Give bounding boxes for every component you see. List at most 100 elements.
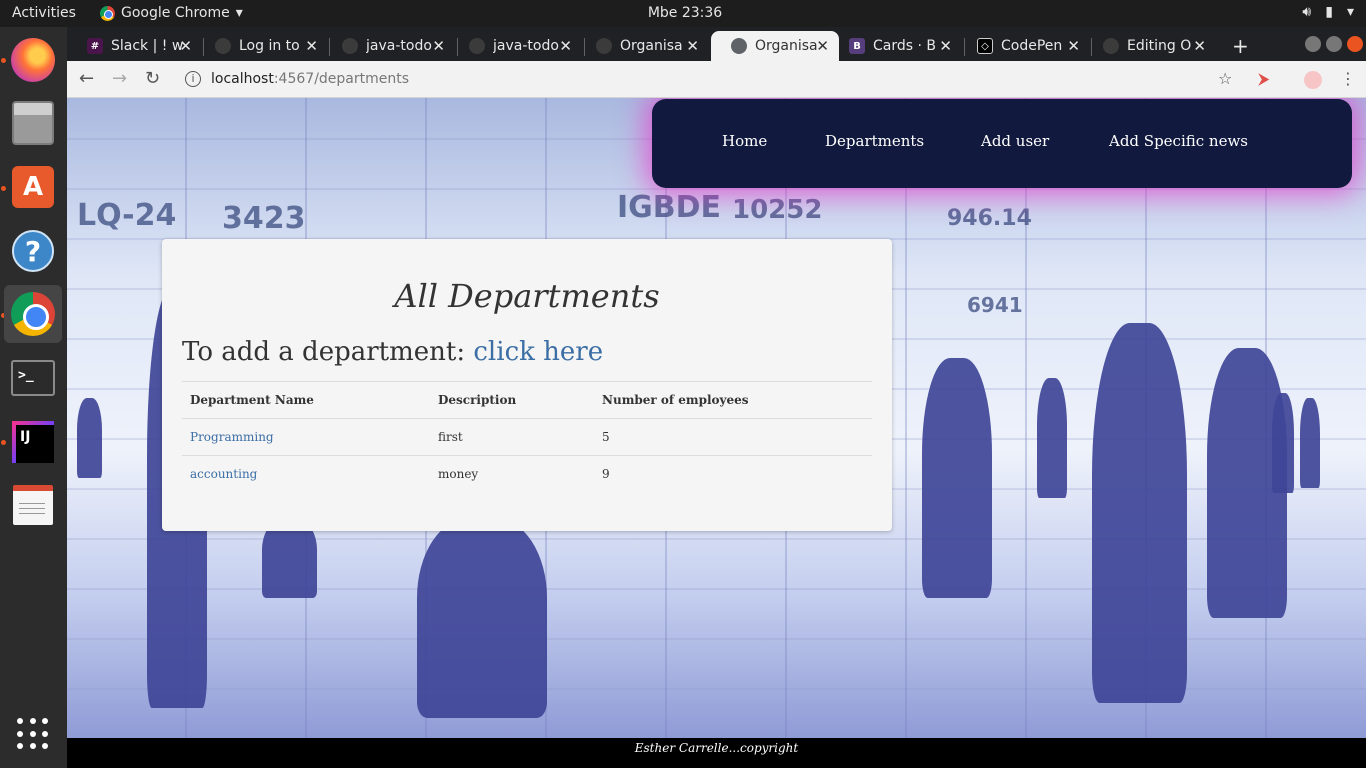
tab-title: java-todo <box>366 38 432 54</box>
app-menu-label: Google Chrome <box>121 5 230 21</box>
background-figure <box>922 358 992 598</box>
nav-add-news-link[interactable]: Add Specific news <box>1109 132 1248 150</box>
terminal-icon: >_ <box>11 360 55 396</box>
firefox-icon <box>11 38 55 82</box>
reload-icon[interactable]: ↻ <box>145 68 160 89</box>
github-icon <box>1103 38 1119 54</box>
tab-java-todo-1[interactable]: java-todo ✕ <box>322 31 455 61</box>
background-figure <box>417 518 547 718</box>
app-grid-icon <box>17 718 49 750</box>
minimize-button[interactable] <box>1305 36 1321 52</box>
dropdown-arrow-icon: ▾ <box>235 5 243 21</box>
dock-intellij[interactable] <box>4 413 62 471</box>
tab-login[interactable]: Log in to ✕ <box>195 31 328 61</box>
url-host: localhost <box>211 71 274 87</box>
page-title: All Departments <box>394 277 660 315</box>
show-applications-button[interactable] <box>4 705 62 763</box>
background-ticker: LQ-24 <box>77 198 177 233</box>
column-header: Number of employees <box>602 393 749 407</box>
volume-icon[interactable]: 🔊︎ <box>1302 4 1311 20</box>
system-tray[interactable]: 🔊︎ ▮ ▾ <box>1302 4 1354 20</box>
menu-kebab-icon[interactable]: ⋮ <box>1340 69 1356 88</box>
employee-count: 5 <box>602 430 610 444</box>
app-menu[interactable]: Google Chrome ▾ <box>100 5 243 21</box>
column-header: Department Name <box>190 393 314 407</box>
chrome-icon <box>11 292 55 336</box>
close-window-button[interactable] <box>1347 36 1363 52</box>
dock-files[interactable] <box>4 94 62 152</box>
clock[interactable]: Mbe 23:36 <box>640 5 730 21</box>
maximize-button[interactable] <box>1326 36 1342 52</box>
nav-add-user-link[interactable]: Add user <box>981 132 1049 150</box>
tab-title: Organisa <box>620 38 683 54</box>
background-ticker: 10252 <box>732 195 823 225</box>
chrome-icon <box>100 5 115 21</box>
software-store-icon: A <box>12 166 54 208</box>
add-department-line: To add a department: click here <box>182 337 603 367</box>
extension-icon[interactable]: ⮞ <box>1258 69 1270 89</box>
profile-avatar[interactable] <box>1304 71 1322 89</box>
bootstrap-icon: B <box>849 38 865 54</box>
codepen-icon: ◇ <box>977 38 993 54</box>
background-ticker: 6941 <box>967 293 1023 317</box>
close-icon[interactable]: ✕ <box>816 37 829 55</box>
web-page: LQ-24 3423 IGBDE 10252 946.14 6941 Home … <box>67 98 1366 738</box>
address-bar[interactable]: i localhost:4567/departments <box>175 65 1265 93</box>
tab-title: java-todo <box>493 38 559 54</box>
close-icon[interactable]: ✕ <box>305 37 318 55</box>
background-figure <box>1037 378 1067 498</box>
info-icon[interactable]: i <box>185 71 201 87</box>
tab-title: Slack | ! w <box>111 38 183 54</box>
intellij-icon <box>12 421 54 463</box>
tab-editing[interactable]: Editing O ✕ <box>1083 31 1216 61</box>
system-top-bar: Activities Google Chrome ▾ Mbe 23:36 🔊︎ … <box>0 0 1366 27</box>
forward-arrow-icon[interactable]: → <box>112 68 127 89</box>
close-icon[interactable]: ✕ <box>179 37 192 55</box>
close-icon[interactable]: ✕ <box>1067 37 1080 55</box>
browser-toolbar: ← → ↻ i localhost:4567/departments ☆ ⮞ ⋮ <box>67 61 1366 98</box>
back-arrow-icon[interactable]: ← <box>79 68 94 89</box>
departments-table: Department Name Description Number of em… <box>182 381 872 492</box>
close-icon[interactable]: ✕ <box>432 37 445 55</box>
dock-chrome[interactable] <box>4 285 62 343</box>
dock-text-editor[interactable] <box>4 476 62 534</box>
dock-terminal[interactable]: >_ <box>4 349 62 407</box>
tab-bootstrap-cards[interactable]: B Cards · B ✕ <box>829 31 962 61</box>
system-menu-arrow-icon[interactable]: ▾ <box>1347 4 1354 20</box>
close-icon[interactable]: ✕ <box>559 37 572 55</box>
department-name-link[interactable]: Programming <box>190 430 274 444</box>
close-icon[interactable]: ✕ <box>1193 37 1206 55</box>
slack-icon: # <box>87 38 103 54</box>
tab-java-todo-2[interactable]: java-todo ✕ <box>449 31 582 61</box>
tab-codepen[interactable]: ◇ CodePen ✕ <box>957 31 1090 61</box>
files-icon <box>12 101 54 145</box>
nav-departments-link[interactable]: Departments <box>825 132 924 150</box>
github-icon <box>215 38 231 54</box>
dock-firefox[interactable] <box>4 31 62 89</box>
site-navbar: Home Departments Add user Add Specific n… <box>652 99 1352 188</box>
add-department-link[interactable]: click here <box>473 337 603 367</box>
add-department-prefix: To add a department: <box>182 337 474 367</box>
dock-help[interactable]: ? <box>4 222 62 280</box>
tab-title: Cards · B <box>873 38 936 54</box>
tab-organisation-active[interactable]: Organisa ✕ <box>711 31 839 61</box>
background-ticker: IGBDE <box>617 190 722 225</box>
battery-icon[interactable]: ▮ <box>1325 4 1333 20</box>
dock-ubuntu-software[interactable]: A <box>4 158 62 216</box>
help-icon: ? <box>12 230 54 272</box>
new-tab-button[interactable]: + <box>1232 34 1249 58</box>
github-icon <box>342 38 358 54</box>
background-figure <box>1300 398 1320 488</box>
activities-button[interactable]: Activities <box>12 5 76 21</box>
table-row: Programming first 5 <box>182 418 872 455</box>
url-path: :4567/departments <box>273 71 410 87</box>
departments-card: All Departments To add a department: cli… <box>162 239 892 531</box>
department-name-link[interactable]: accounting <box>190 467 257 481</box>
close-icon[interactable]: ✕ <box>939 37 952 55</box>
bookmark-star-icon[interactable]: ☆ <box>1218 69 1232 88</box>
tab-slack[interactable]: # Slack | ! w ✕ <box>67 31 202 61</box>
nav-home-link[interactable]: Home <box>722 132 767 150</box>
github-icon <box>596 38 612 54</box>
tab-organisation-github[interactable]: Organisa ✕ <box>576 31 709 61</box>
close-icon[interactable]: ✕ <box>686 37 699 55</box>
